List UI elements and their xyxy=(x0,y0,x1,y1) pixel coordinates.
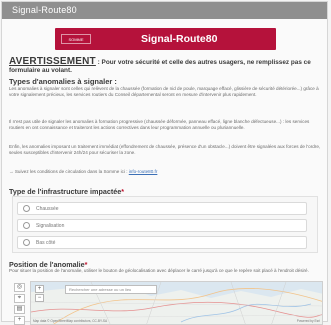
infra-heading-text: Type de l'infrastructure impactée xyxy=(9,187,122,196)
warning-lead: AVERTISSEMENT xyxy=(9,56,96,67)
window-titlebar: Signal-Route80 xyxy=(2,2,327,19)
zoom-in-button[interactable]: + xyxy=(35,285,44,293)
option-bas-cote[interactable]: Bas côté xyxy=(17,236,307,249)
option-label: Bas côté xyxy=(36,240,56,246)
zoom-in-icon[interactable]: + xyxy=(14,316,25,325)
window-title: Signal-Route80 xyxy=(12,5,77,15)
map-search-input[interactable]: Rechercher une adresse ou un lieu xyxy=(65,285,157,294)
map-credit[interactable]: Powered by Esri xyxy=(297,319,320,323)
infra-options: Chaussée Signalisation Bas côté xyxy=(12,196,318,253)
types-paragraph-2: Il n'est pas utile de signaler les anoma… xyxy=(9,119,310,130)
layers-icon[interactable]: ▤ xyxy=(14,305,25,314)
marker-icon[interactable]: ⌖ xyxy=(14,294,25,303)
warning-notice: AVERTISSEMENT : Pour votre sécurité et c… xyxy=(9,56,321,74)
traffic-info-prefix: → Suivez les conditions de circulation d… xyxy=(9,169,129,174)
locate-icon[interactable]: ◎ xyxy=(14,283,25,292)
option-chaussee[interactable]: Chaussée xyxy=(17,202,307,215)
site-banner: SOMME Signal-Route80 xyxy=(55,28,276,50)
option-label: Signalisation xyxy=(36,223,65,229)
map-attribution[interactable]: Map data © OpenStreetMap contributors, C… xyxy=(33,319,107,323)
radio-signalisation[interactable] xyxy=(23,222,30,229)
types-paragraph-3: Enfin, les anomalies imposant un traitem… xyxy=(9,144,321,155)
required-mark: * xyxy=(121,187,125,196)
traffic-info: → Suivez les conditions de circulation d… xyxy=(9,169,321,175)
map-side-toolbar: ◎ ⌖ ▤ + xyxy=(14,281,28,325)
banner-title: Signal-Route80 xyxy=(141,33,218,45)
traffic-info-link[interactable]: info-route80.fr xyxy=(129,169,158,174)
zoom-out-button[interactable]: − xyxy=(35,294,44,302)
map-widget[interactable]: Rechercher une adresse ou un lieu + − Ma… xyxy=(30,281,323,325)
option-label: Chaussée xyxy=(36,206,59,212)
position-help: Pour situer la position de l'anomalie, u… xyxy=(9,268,309,273)
types-paragraph-1: Les anomalies à signaler sont celles qui… xyxy=(9,86,319,97)
somme-logo: SOMME xyxy=(61,34,91,44)
option-signalisation[interactable]: Signalisation xyxy=(17,219,307,232)
types-heading: Types d'anomalies à signaler : xyxy=(9,77,117,86)
radio-bas-cote[interactable] xyxy=(23,239,30,246)
infra-heading: Type de l'infrastructure impactée* xyxy=(9,187,321,196)
radio-chaussee[interactable] xyxy=(23,205,30,212)
